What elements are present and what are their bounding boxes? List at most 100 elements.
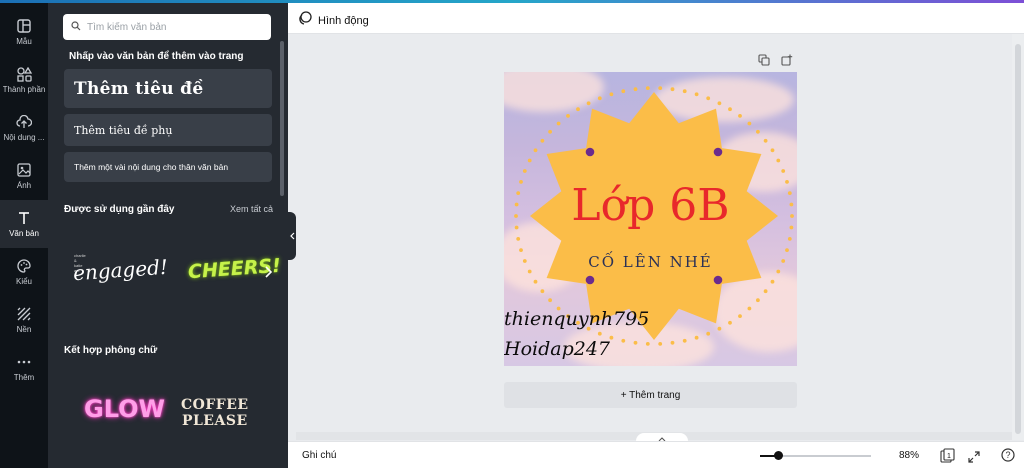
palette-icon xyxy=(16,258,32,274)
ring-dot xyxy=(576,107,580,112)
ring-dot xyxy=(527,158,532,163)
page-count-icon[interactable]: 1 xyxy=(940,448,956,468)
ring-dot xyxy=(770,279,775,284)
rail-item-label: Ảnh xyxy=(16,181,32,190)
page-count: 1 xyxy=(947,453,951,460)
ring-dot xyxy=(776,158,781,163)
purple-dot xyxy=(585,147,595,157)
collapse-panel-button[interactable] xyxy=(288,212,296,260)
pattern-icon xyxy=(16,306,32,322)
zoom-level[interactable]: 88% xyxy=(899,450,919,461)
layout-icon xyxy=(16,18,32,34)
recent-item-text: engaged! xyxy=(72,254,169,286)
rail-item-label: Văn bản xyxy=(9,229,39,238)
vertical-scrollbar[interactable] xyxy=(1012,34,1024,440)
chevron-right-icon[interactable] xyxy=(264,265,273,283)
ring-dot xyxy=(597,96,602,101)
ring-dot xyxy=(609,335,614,340)
search-icon xyxy=(71,18,81,36)
more-dots-icon xyxy=(16,354,32,370)
combo-item-line: COFFEE xyxy=(181,397,249,413)
rail-item-elements[interactable]: Thành phần xyxy=(0,56,48,104)
purple-dot xyxy=(713,147,723,157)
add-page-button[interactable]: + Thêm trang xyxy=(504,382,797,408)
ring-dot xyxy=(787,237,792,241)
text-icon xyxy=(16,210,32,226)
cloud-upload-icon xyxy=(16,114,32,130)
rail-item-label: Kiểu xyxy=(15,277,32,286)
combo-item-coffee-please[interactable]: COFFEE PLEASE xyxy=(181,397,249,429)
duplicate-page-icon[interactable] xyxy=(758,53,770,71)
svg-text:?: ? xyxy=(1005,450,1010,460)
design-page[interactable]: Lớp 6B CỐ LÊN NHÉ thienquynh795 Hoidap24… xyxy=(504,72,797,366)
ring-dot xyxy=(621,89,626,94)
rail-item-background[interactable]: Nền xyxy=(0,296,48,344)
ring-dot xyxy=(728,107,732,112)
ring-dot xyxy=(717,101,722,106)
purple-dot xyxy=(585,275,595,285)
rail-item-label: Nội dung ... xyxy=(3,133,45,142)
ring-dot xyxy=(609,92,614,97)
ring-dot xyxy=(728,320,732,325)
signature-text[interactable]: Hoidap247 xyxy=(504,338,610,360)
ring-dot xyxy=(540,289,545,294)
add-heading-button[interactable]: Thêm tiêu đề xyxy=(64,69,272,108)
ring-dot xyxy=(682,89,687,94)
add-page-icon[interactable] xyxy=(781,53,793,71)
ring-dot xyxy=(717,326,722,331)
add-subheading-button[interactable]: Thêm tiêu đề phụ xyxy=(64,114,272,146)
signature-text[interactable]: thienquynh795 xyxy=(504,308,649,330)
ring-dot xyxy=(785,248,789,253)
search-input[interactable] xyxy=(87,21,257,33)
panel-scrollbar[interactable] xyxy=(280,41,284,196)
bottom-bar: Ghi chú 88% 1 ? xyxy=(288,441,1024,468)
ring-dot xyxy=(645,342,650,346)
ring-dot xyxy=(556,121,561,126)
search-box[interactable] xyxy=(63,14,271,40)
fullscreen-icon[interactable] xyxy=(968,450,980,468)
animate-button[interactable]: Hình động xyxy=(298,11,369,30)
rail-item-styles[interactable]: Kiểu xyxy=(0,248,48,296)
rail-item-more[interactable]: Thêm xyxy=(0,344,48,392)
ring-dot xyxy=(694,335,699,340)
ring-dot xyxy=(586,101,591,106)
rail-item-photos[interactable]: Ảnh xyxy=(0,152,48,200)
combo-item-line: PLEASE xyxy=(181,413,248,429)
ring-dot xyxy=(633,340,638,345)
ring-dot xyxy=(706,96,711,101)
ring-dot xyxy=(694,92,699,97)
rail-item-uploads[interactable]: Nội dung ... xyxy=(0,104,48,152)
design-title[interactable]: Lớp 6B xyxy=(504,180,797,231)
ring-dot xyxy=(756,129,760,134)
scrollbar-thumb[interactable] xyxy=(1015,44,1021,434)
rail-item-label: Nền xyxy=(16,325,32,334)
see-all-link[interactable]: Xem tất cả xyxy=(230,204,273,214)
notes-button[interactable]: Ghi chú xyxy=(302,450,336,461)
zoom-slider-handle[interactable] xyxy=(773,451,783,460)
purple-dot xyxy=(713,275,723,285)
add-body-text-button[interactable]: Thêm một vài nội dung cho thân văn bản xyxy=(64,152,272,182)
animate-icon xyxy=(298,11,312,30)
design-subtitle[interactable]: CỐ LÊN NHÉ xyxy=(504,253,797,271)
ring-dot xyxy=(548,298,552,303)
ring-dot xyxy=(658,342,663,346)
ring-dot xyxy=(533,148,538,153)
combo-section-title: Kết hợp phông chữ xyxy=(64,345,158,356)
ring-dot xyxy=(781,169,786,173)
ring-dot xyxy=(658,86,663,90)
help-icon[interactable]: ? xyxy=(1001,448,1015,467)
rail-item-label: Thêm xyxy=(13,373,35,382)
rail-item-label: Thành phần xyxy=(2,85,46,94)
zoom-slider[interactable] xyxy=(760,451,871,460)
ring-dot xyxy=(670,87,675,92)
rail-item-text[interactable]: Văn bản xyxy=(0,200,48,248)
image-icon xyxy=(16,162,32,178)
ring-dot xyxy=(747,121,752,126)
ring-dot xyxy=(519,248,523,253)
combo-item-glow[interactable]: GLOW xyxy=(84,395,165,423)
animate-label: Hình động xyxy=(318,14,369,27)
rail-item-label: Mẫu xyxy=(16,37,32,46)
rail-item-templates[interactable]: Mẫu xyxy=(0,8,48,56)
recent-section-title: Được sử dụng gần đây xyxy=(64,204,175,215)
ring-dot xyxy=(738,114,742,118)
